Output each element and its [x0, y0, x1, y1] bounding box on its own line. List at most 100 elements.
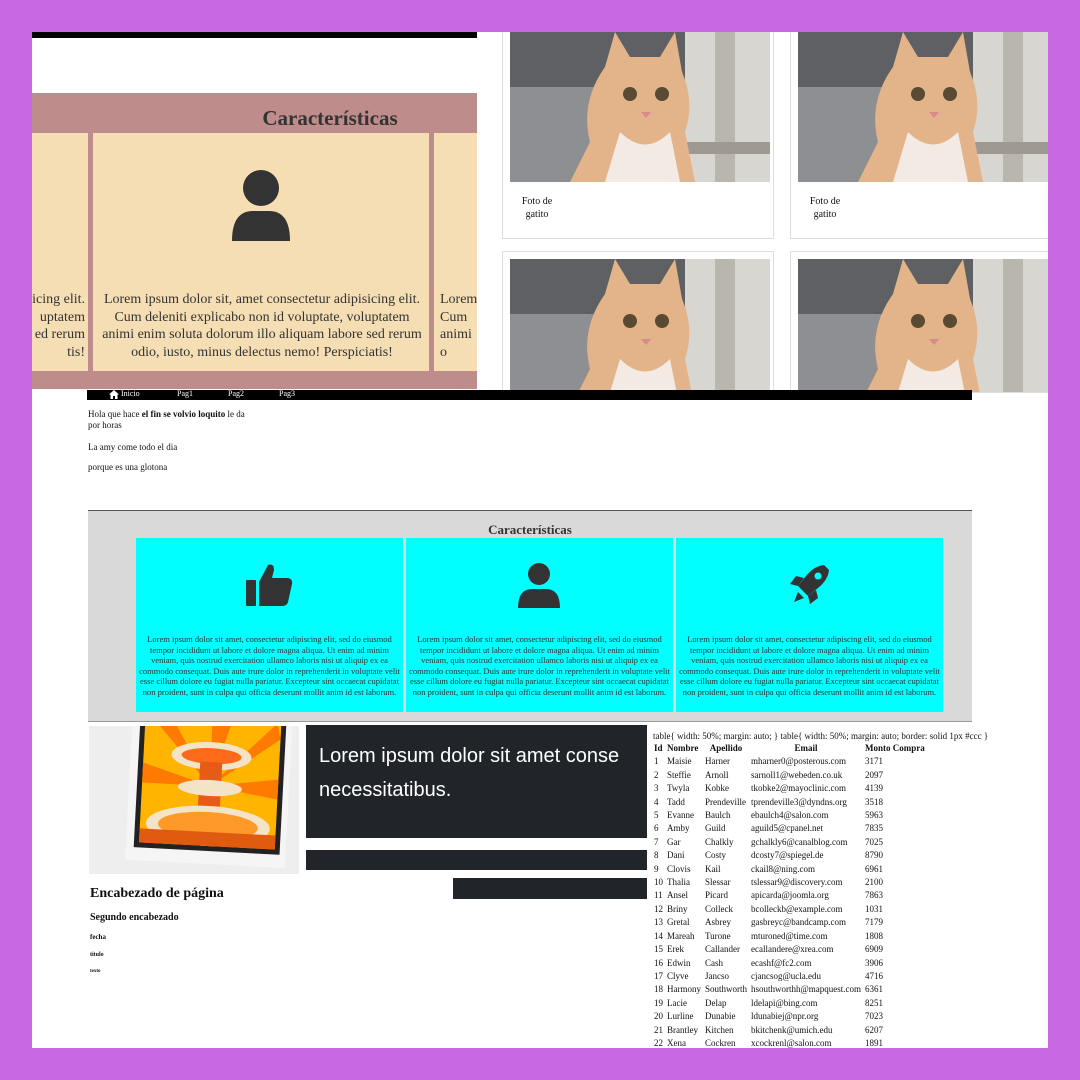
- cat-caption: Foto de gatito: [521, 196, 553, 220]
- features-panel-top: Características icing elit. uptatem ed rer…: [32, 32, 477, 389]
- table-row: 21 Brantley Kitchen bkitchenk@umich.edu 6207: [652, 1024, 927, 1037]
- col-header-apellido: Apellido: [709, 743, 743, 753]
- feature-card-right: Lorem Cum animi o: [434, 133, 477, 371]
- explosion-sticker-image: [89, 726, 299, 874]
- collage-canvas: Características icing elit. uptatem ed rer…: [32, 32, 1048, 1048]
- table-cell: 4139: [865, 783, 884, 794]
- feature-card-text: Lorem ipsum dolor sit amet, consectetur …: [679, 634, 940, 697]
- table-cell: tprendeville3@dyndns.org: [751, 796, 847, 807]
- table-row: 12 Briny Colleck bcolleckb@example.com 1031: [652, 903, 927, 916]
- table-cell: Steffie: [667, 769, 691, 780]
- heading-h4: titulo: [90, 952, 104, 958]
- table-cell: 10: [654, 877, 663, 888]
- table-cell: Colleck: [705, 903, 733, 914]
- table-cell: Clyve: [667, 970, 689, 981]
- features-title: Características: [488, 522, 572, 537]
- table-cell: 7863: [865, 890, 884, 901]
- table-cell: Kitchen: [705, 1024, 734, 1035]
- table-row: 13 Gretal Asbrey gasbreyc@bandcamp.com 7179: [652, 916, 927, 929]
- table-cell: hsouthworthh@mapquest.com: [751, 984, 862, 995]
- top-black-bar: [32, 32, 477, 38]
- table-cell: Dani: [667, 850, 685, 861]
- table-cell: Clovis: [667, 863, 691, 874]
- text-line-3: La amy come todo el dia: [88, 442, 178, 452]
- cat-photo: [798, 259, 1048, 392]
- nav-item-inicio[interactable]: Inicio: [121, 389, 140, 399]
- feature-card-left: icing elit. uptatem ed rerum tis!: [32, 133, 88, 371]
- feature-card-center: Lorem ipsum dolor sit, amet consectetur …: [93, 133, 429, 371]
- table-cell: xcockrenl@salon.com: [751, 1037, 832, 1048]
- table-cell: bcolleckb@example.com: [751, 903, 843, 914]
- table-cell: Harmony: [667, 984, 701, 995]
- table-cell: Erek: [667, 944, 684, 955]
- table-cell: 6: [654, 823, 659, 834]
- table-cell: Lurline: [667, 1011, 694, 1022]
- cat-card: [790, 251, 1048, 393]
- table-cell: ldunabiej@npr.org: [751, 1011, 819, 1022]
- table-cell: dcosty7@spiegel.de: [751, 850, 824, 861]
- table-cell: 3: [654, 783, 659, 794]
- table-cell: 22: [654, 1037, 663, 1048]
- table-cell: sarnoll1@webeden.co.uk: [751, 769, 843, 780]
- table-cell: Callander: [705, 944, 740, 955]
- table-cell: Slessar: [705, 877, 731, 888]
- nav-item-pag2[interactable]: Pag2: [228, 389, 244, 399]
- features-section: Características Lorem ipsum dolor sit am…: [88, 510, 972, 722]
- table-cell: 17: [654, 970, 663, 981]
- table-row: 11 Ansel Picard apicarda@joomla.org 7863: [652, 889, 927, 902]
- table-cell: 21: [654, 1024, 663, 1035]
- col-header-email: Email: [794, 743, 818, 753]
- table-cell: Costy: [705, 850, 727, 861]
- table-cell: mharner0@posterous.com: [751, 756, 847, 767]
- table-row: 4 Tadd Prendeville tprendeville3@dyndns.org…: [652, 796, 927, 809]
- dark-banner-text: Lorem ipsum dolor sit amet conse necessit…: [319, 745, 620, 801]
- table-row: 7 Gar Chalkly gchalkly6@canalblog.com 7025: [652, 836, 927, 849]
- table-cell: Asbrey: [705, 917, 731, 928]
- table-cell: gasbreyc@bandcamp.com: [751, 917, 847, 928]
- table-cell: 7023: [865, 1011, 884, 1022]
- table-row: 14 Mareah Turone mturoned@time.com 1808: [652, 930, 927, 943]
- table-cell: 3171: [865, 756, 884, 767]
- table-cell: Cash: [705, 957, 723, 968]
- table-cell: Xena: [667, 1037, 686, 1048]
- feature-card-right-text: Lorem Cum animi o: [440, 292, 477, 360]
- table-cell: Gar: [667, 836, 681, 847]
- table-cell: Maisie: [667, 756, 692, 767]
- table-row: 16 Edwin Cash ecashf@fc2.com 3906: [652, 957, 927, 970]
- table-cell: 15: [654, 944, 663, 955]
- table-cell: 6361: [865, 984, 884, 995]
- col-header-monto: Monto Compra: [865, 743, 925, 753]
- dark-button-block[interactable]: [453, 878, 647, 899]
- table-cell: 8790: [865, 850, 884, 861]
- nav-item-pag3[interactable]: Pag3: [279, 389, 295, 399]
- cat-photo: [798, 32, 1048, 182]
- table-row: 3 Twyla Kobke tkobke2@mayoclinic.com 4139: [652, 782, 927, 795]
- table-cell: 9: [654, 863, 659, 874]
- table-cell: Jancso: [705, 970, 729, 981]
- table-cell: Lacie: [667, 997, 687, 1008]
- table-row: 15 Erek Callander ecallandere@xrea.com 6909: [652, 943, 927, 956]
- table-row: 10 Thalia Slessar tslessar9@discovery.com 21…: [652, 876, 927, 889]
- dark-bar: [306, 850, 647, 870]
- table-cell: Dunabie: [705, 1011, 736, 1022]
- table-cell: Cockren: [705, 1037, 736, 1048]
- col-header-id: Id: [654, 743, 663, 753]
- table-cell: Southworth: [705, 984, 748, 995]
- feature-card-text: Lorem ipsum dolor sit amet, consectetur …: [409, 634, 670, 697]
- feature-card: Lorem ipsum dolor sit amet, consectetur …: [136, 538, 403, 712]
- table-cell: cjancsog@ucla.edu: [751, 970, 822, 981]
- table-cell: 1891: [865, 1037, 884, 1048]
- table-cell: Briny: [667, 903, 688, 914]
- heading-h5: texto: [90, 969, 101, 974]
- table-cell: tslessar9@discovery.com: [751, 877, 843, 888]
- text-line-4: porque es una glotona: [88, 462, 168, 472]
- nav-item-pag1[interactable]: Pag1: [177, 389, 193, 399]
- table-cell: 2100: [865, 877, 884, 888]
- table-cell: Tadd: [667, 796, 685, 807]
- table-cell: 4716: [865, 970, 884, 981]
- features-title: Características: [262, 106, 398, 130]
- table-cell: 11: [654, 890, 663, 901]
- table-cell: 6961: [865, 863, 884, 874]
- table-cell: Arnoll: [705, 769, 729, 780]
- table-row: 9 Clovis Kail ckail8@ning.com 6961: [652, 863, 927, 876]
